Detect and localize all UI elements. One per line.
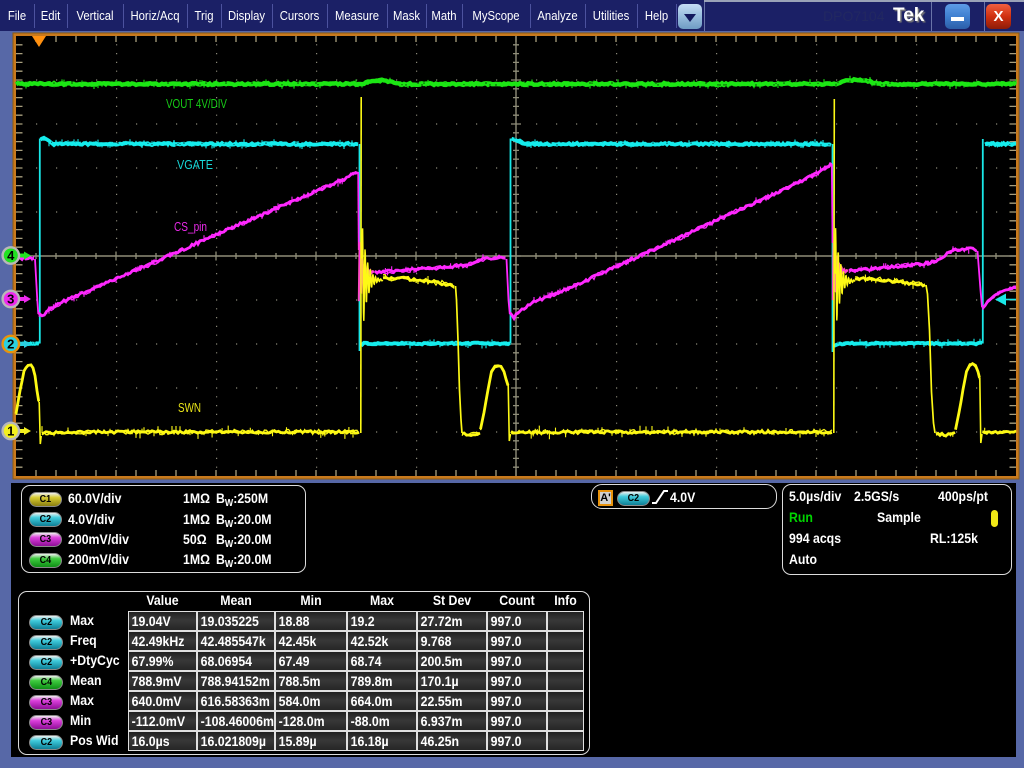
svg-text:4: 4 xyxy=(7,248,15,263)
svg-text:CS_pin: CS_pin xyxy=(174,219,207,234)
svg-text:3: 3 xyxy=(7,292,14,307)
svg-text:SWN: SWN xyxy=(178,400,201,415)
svg-text:VOUT 4V/DIV: VOUT 4V/DIV xyxy=(166,96,227,111)
svg-text:2: 2 xyxy=(7,337,14,352)
svg-text:1: 1 xyxy=(7,424,14,439)
svg-text:VGATE: VGATE xyxy=(177,157,213,172)
